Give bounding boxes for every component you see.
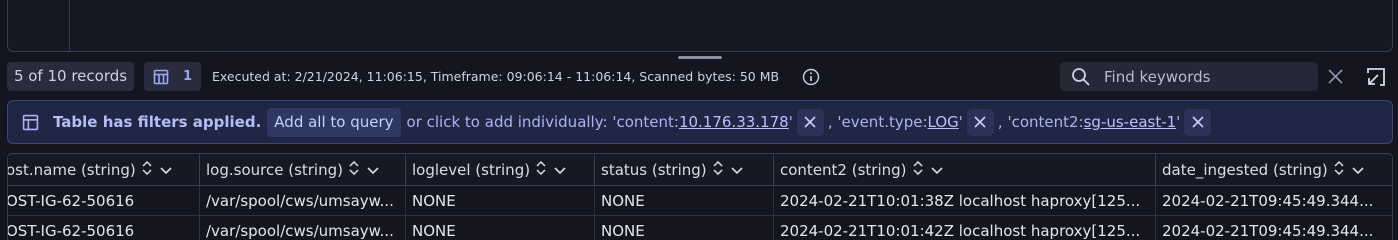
sort-icon[interactable]: [142, 160, 152, 179]
chevron-down-icon[interactable]: [1352, 161, 1364, 179]
filter-quote: ': [958, 113, 963, 131]
filter-title: Table has filters applied.: [53, 113, 262, 131]
filter-event-type-prefix: , 'event.type:: [827, 113, 928, 131]
filter-instructions: or click to add individually: 'content:: [406, 113, 679, 131]
table-cell: 2024-02-21T10:01:38Z localhost haproxy[1…: [774, 186, 1156, 215]
remove-filter-content2-button[interactable]: [1184, 108, 1212, 136]
table-cell: NONE: [595, 186, 774, 215]
filter-quote: ': [1176, 113, 1181, 131]
table-cell: NONE: [595, 216, 774, 240]
sort-icon[interactable]: [713, 160, 723, 179]
result-status-bar: 5 of 10 records 1 Executed at: 2/21/2024…: [0, 62, 1398, 92]
query-editor[interactable]: [7, 0, 1393, 52]
table-cell: 2024-02-21T09:45:49.344...: [1156, 216, 1392, 240]
table-cell: 2024-02-21T09:45:49.344...: [1156, 186, 1392, 215]
search-icon: [1072, 68, 1090, 86]
sort-icon[interactable]: [1334, 160, 1344, 179]
column-header[interactable]: date_ingested (string): [1156, 154, 1392, 185]
filter-value-content[interactable]: 10.176.33.178: [679, 113, 789, 131]
filter-quote: ': [788, 113, 793, 131]
sort-icon[interactable]: [536, 160, 546, 179]
clear-search-button[interactable]: [1327, 68, 1344, 89]
table-cell: 2024-02-21T10:01:42Z localhost haproxy[1…: [774, 216, 1156, 240]
table-cell: OST-IG-62-50616: [8, 216, 200, 240]
sort-icon[interactable]: [349, 160, 359, 179]
records-count[interactable]: 5 of 10 records: [7, 62, 134, 91]
chevron-down-icon[interactable]: [160, 161, 172, 179]
column-header[interactable]: content2 (string): [774, 154, 1156, 185]
table-count: 1: [182, 69, 193, 84]
resize-handle[interactable]: [678, 56, 722, 59]
filter-value-content2[interactable]: sg-us-east-1: [1084, 113, 1177, 131]
sort-icon[interactable]: [912, 160, 923, 179]
table-cell: NONE: [406, 216, 595, 240]
close-icon: [1192, 116, 1204, 128]
table-cell: /var/spool/cws/umsayw...: [200, 216, 406, 240]
column-header[interactable]: log.source (string): [200, 154, 406, 185]
table-row[interactable]: OST-IG-62-50616 /var/spool/cws/umsayw...…: [8, 186, 1392, 216]
close-icon: [804, 116, 816, 128]
remove-filter-content-button[interactable]: [796, 108, 824, 136]
column-header[interactable]: status (string): [595, 154, 774, 185]
filter-content2-prefix: , 'content2:: [997, 113, 1084, 131]
expand-icon: [1367, 68, 1385, 86]
table-header: ost.name (string) log.source (string) lo…: [8, 154, 1392, 186]
remove-filter-event-type-button[interactable]: [966, 108, 994, 136]
find-keywords-field[interactable]: [1060, 62, 1318, 91]
filter-value-event-type[interactable]: LOG: [928, 113, 959, 131]
execution-info: Executed at: 2/21/2024, 11:06:15, Timefr…: [212, 69, 780, 84]
table-filter-icon: [22, 114, 39, 135]
table-cell: /var/spool/cws/umsayw...: [200, 186, 406, 215]
filter-text: Table has filters applied. Add all to qu…: [53, 101, 1215, 143]
chevron-down-icon[interactable]: [367, 161, 379, 179]
info-icon[interactable]: [802, 68, 820, 90]
expand-button[interactable]: [1366, 67, 1386, 91]
close-icon: [974, 116, 986, 128]
table-row[interactable]: OST-IG-62-50616 /var/spool/cws/umsayw...…: [8, 216, 1392, 240]
close-icon: [1328, 69, 1343, 84]
table-view-button[interactable]: 1: [144, 62, 201, 91]
table-cell: NONE: [406, 186, 595, 215]
column-header[interactable]: loglevel (string): [406, 154, 595, 185]
results-table: ost.name (string) log.source (string) lo…: [7, 153, 1393, 240]
editor-gutter: [69, 0, 70, 51]
chevron-down-icon[interactable]: [554, 161, 566, 179]
chevron-down-icon[interactable]: [930, 161, 943, 179]
table-icon: [153, 69, 169, 85]
search-input[interactable]: [1104, 62, 1312, 91]
table-cell: OST-IG-62-50616: [8, 186, 200, 215]
filter-banner: Table has filters applied. Add all to qu…: [7, 100, 1393, 144]
chevron-down-icon[interactable]: [731, 161, 743, 179]
add-all-to-query-button[interactable]: Add all to query: [267, 107, 401, 137]
column-header[interactable]: ost.name (string): [8, 154, 200, 185]
